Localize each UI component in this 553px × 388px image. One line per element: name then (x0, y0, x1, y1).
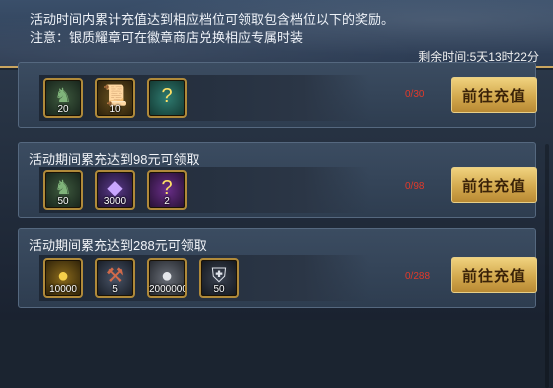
item-count: 10000 (49, 284, 77, 295)
activity-notice-banner: 活动时间内累计充值达到相应档位可领取包含档位以下的奖励。 注意：银质耀章可在徽章… (0, 0, 553, 68)
gold-coin-icon[interactable]: ● 10000 (43, 258, 83, 298)
item-count: 20 (57, 104, 69, 115)
scrollbar[interactable] (545, 144, 549, 388)
recharge-progress: 0/288 (405, 271, 431, 282)
reward-tier-panel: 活动期间累充达到288元可领取 ● 10000 ⚒ 5 ● 20000000 ⛨… (18, 228, 537, 308)
tier-title: 活动期间累充达到288元可领取 (29, 238, 207, 253)
item-count: 2 (164, 196, 170, 207)
go-recharge-button[interactable]: 前往充值 (451, 257, 537, 293)
item-count: 50 (213, 284, 225, 295)
purple-crystal-icon[interactable]: ◆ 3000 (95, 170, 135, 210)
item-count: 3000 (103, 196, 127, 207)
reward-tier-list[interactable]: ♞ 20 📜 10 ? 0/30 前往充值 活动期间累充达到98元可领取 ♞ 5… (0, 62, 553, 388)
silver-badge-icon[interactable]: ⛨ 50 (199, 258, 239, 298)
tier-title: 活动期间累充达到98元可领取 (29, 152, 200, 167)
recharge-progress: 0/98 (405, 181, 425, 192)
jade-horse-icon[interactable]: ♞ 20 (43, 78, 83, 118)
notice-line-1: 活动时间内累计充值达到相应档位可领取包含档位以下的奖励。 (30, 12, 395, 27)
hammer-anvil-icon[interactable]: ⚒ 5 (95, 258, 135, 298)
item-count: 5 (112, 284, 118, 295)
reward-items-strip (39, 167, 369, 213)
notice-line-2: 注意：银质耀章可在徽章商店兑换相应专属时装 (30, 30, 304, 45)
item-count: 10 (109, 104, 121, 115)
item-count: 50 (57, 196, 69, 207)
go-recharge-button[interactable]: 前往充值 (451, 167, 537, 203)
reward-items-strip (39, 75, 369, 121)
go-recharge-button[interactable]: 前往充值 (451, 77, 537, 113)
reward-tier-panel: ♞ 20 📜 10 ? 0/30 前往充值 (18, 62, 537, 128)
silver-coin-icon[interactable]: ● 20000000 (147, 258, 187, 298)
scroll-map-icon[interactable]: 📜 10 (95, 78, 135, 118)
mystery-book-icon[interactable]: ? (147, 78, 187, 118)
reward-tier-panel: 活动期间累充达到98元可领取 ♞ 50 ◆ 3000 ? 2 0/98 前往充值 (18, 142, 537, 218)
purple-mystery-book-icon[interactable]: ? 2 (147, 170, 187, 210)
item-count: 20000000 (149, 284, 185, 295)
jade-horse-icon[interactable]: ♞ 50 (43, 170, 83, 210)
recharge-progress: 0/30 (405, 89, 425, 100)
